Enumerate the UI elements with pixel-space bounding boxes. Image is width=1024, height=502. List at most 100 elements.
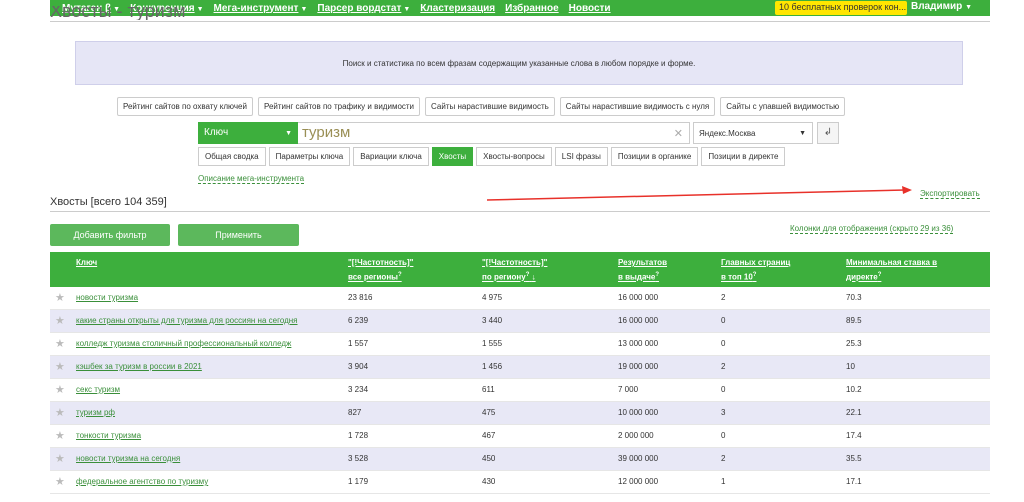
cell-keyword-link[interactable]: новости туризма — [76, 293, 334, 302]
cell-freq-all: 1 728 — [348, 431, 369, 440]
cell-main-pages: 0 — [721, 431, 726, 440]
tab-lsi[interactable]: LSI фразы — [554, 147, 608, 166]
column-header-keyword[interactable]: Ключ — [76, 257, 97, 269]
cell-freq-all: 827 — [348, 408, 362, 417]
cell-min-bid: 89.5 — [846, 316, 862, 325]
cell-results: 19 000 000 — [618, 362, 659, 371]
divider — [50, 21, 990, 22]
cell-keyword-link[interactable]: какие страны открыты для туризма для рос… — [76, 316, 334, 325]
columns-visibility-link[interactable]: Колонки для отображения (скрыто 29 из 36… — [790, 224, 954, 234]
tab-overview[interactable]: Общая сводка — [198, 147, 266, 166]
tab-tails[interactable]: Хвосты — [431, 147, 474, 166]
star-icon[interactable]: ★ — [55, 314, 65, 327]
cell-freq-all: 1 179 — [348, 477, 369, 486]
cell-main-pages: 2 — [721, 293, 726, 302]
tool-description-link[interactable]: Описание мега-инструмента — [198, 174, 305, 184]
cell-results: 2 000 000 — [618, 431, 654, 440]
promo-badge[interactable]: 10 бесплатных проверок кон... — [775, 1, 907, 15]
cell-main-pages: 0 — [721, 316, 726, 325]
chevron-down-icon: ▼ — [403, 5, 411, 13]
cell-min-bid: 35.5 — [846, 454, 862, 463]
star-icon[interactable]: ★ — [55, 452, 65, 465]
page-title: Хвосты - туризм — [50, 6, 186, 20]
chevron-down-icon: ▼ — [799, 130, 806, 137]
table-row: ★ новости туризма на сегодня 3 528 450 39 00… — [50, 448, 990, 471]
cell-keyword-link[interactable]: секс туризм — [76, 385, 334, 394]
export-link[interactable]: Экспортировать — [920, 189, 980, 199]
cell-min-bid: 25.3 — [846, 339, 862, 348]
tab-key-params[interactable]: Параметры ключа — [268, 147, 351, 166]
cell-min-bid: 10 — [846, 362, 855, 371]
region-select[interactable]: Яндекс.Москва ▼ — [693, 122, 813, 144]
cell-results: 16 000 000 — [618, 316, 659, 325]
cell-min-bid: 17.4 — [846, 431, 862, 440]
cell-main-pages: 3 — [721, 408, 726, 417]
tool-buttons: Рейтинг сайтов по охвату ключей Рейтинг … — [117, 97, 850, 116]
tool-tabs: Общая сводка Параметры ключа Вариации кл… — [198, 147, 788, 166]
chevron-down-icon: ▼ — [300, 5, 308, 13]
apply-button[interactable]: Применить — [178, 224, 299, 246]
close-icon[interactable]: ✕ — [674, 127, 683, 140]
table-row: ★ тонкости туризма 1 728 467 2 000 000 0 17.4 — [50, 425, 990, 448]
cell-min-bid: 22.1 — [846, 408, 862, 417]
enter-icon: ↲ — [823, 127, 833, 138]
cell-freq-all: 3 528 — [348, 454, 369, 463]
cell-freq-region: 475 — [482, 408, 496, 417]
info-box: Поиск и статистика по всем фразам содерж… — [75, 41, 963, 85]
chevron-down-icon: ▼ — [196, 5, 204, 13]
tool-button-coverage-rating[interactable]: Рейтинг сайтов по охвату ключей — [117, 97, 253, 116]
tool-button-traffic-rating[interactable]: Рейтинг сайтов по трафику и видимости — [257, 97, 421, 116]
nav-item-clustering[interactable]: Кластеризация — [420, 3, 495, 14]
column-header-freq-all[interactable]: "[!Частотность]" все регионы? — [348, 257, 413, 284]
tab-organic-positions[interactable]: Позиции в органике — [610, 147, 699, 166]
cell-freq-all: 3 234 — [348, 385, 369, 394]
cell-freq-region: 3 440 — [482, 316, 503, 325]
table-body: ★ новости туризма 23 816 4 975 16 000 000 2 70… — [50, 287, 990, 494]
cell-results: 39 000 000 — [618, 454, 659, 463]
cell-keyword-link[interactable]: кэшбек за туризм в россии в 2021 — [76, 362, 334, 371]
search-input[interactable]: туризм ✕ — [298, 122, 690, 144]
column-header-main-pages[interactable]: Главных страниц в топ 10? — [721, 257, 790, 284]
cell-keyword-link[interactable]: туризм рф — [76, 408, 334, 417]
cell-results: 10 000 000 — [618, 408, 659, 417]
star-icon[interactable]: ★ — [55, 406, 65, 419]
cell-keyword-link[interactable]: федеральное агентство по туризму — [76, 477, 334, 486]
star-icon[interactable]: ★ — [55, 360, 65, 373]
star-icon[interactable]: ★ — [55, 383, 65, 396]
tool-button-visibility-growth[interactable]: Сайты нарастившие видимость — [425, 97, 555, 116]
cell-keyword-link[interactable]: тонкости туризма — [76, 431, 334, 440]
cell-main-pages: 1 — [721, 477, 726, 486]
column-header-min-bid[interactable]: Минимальная ставка в директе? — [846, 257, 937, 284]
column-header-results[interactable]: Результатов в выдаче? — [618, 257, 667, 284]
submit-button[interactable]: ↲ — [817, 122, 839, 144]
tab-direct-positions[interactable]: Позиции в директе — [701, 147, 786, 166]
cell-min-bid: 70.3 — [846, 293, 862, 302]
star-icon[interactable]: ★ — [55, 475, 65, 488]
tab-tail-questions[interactable]: Хвосты-вопросы — [476, 147, 552, 166]
tool-button-visibility-drop[interactable]: Сайты с упавшей видимостью — [720, 97, 846, 116]
cell-keyword-link[interactable]: колледж туризма столичный профессиональн… — [76, 339, 334, 348]
nav-item-wordstat-parser[interactable]: Парсер вордстат ▼ — [317, 3, 410, 14]
tool-button-visibility-from-zero[interactable]: Сайты нарастившие видимость с нуля — [559, 97, 716, 116]
cell-results: 13 000 000 — [618, 339, 659, 348]
cell-freq-region: 450 — [482, 454, 496, 463]
search-mode-select[interactable]: Ключ ▼ — [198, 122, 298, 144]
tab-key-variations[interactable]: Вариации ключа — [353, 147, 429, 166]
chevron-down-icon: ▼ — [285, 130, 292, 137]
column-header-freq-region[interactable]: "[!Частотность]" по региону? ↓ — [482, 257, 547, 284]
nav-item-mega-tool[interactable]: Мега-инструмент ▼ — [214, 3, 308, 14]
cell-main-pages: 0 — [721, 339, 726, 348]
cell-freq-region: 4 975 — [482, 293, 503, 302]
star-icon[interactable]: ★ — [55, 337, 65, 350]
star-icon[interactable]: ★ — [55, 291, 65, 304]
table-row: ★ федеральное агентство по туризму 1 179 43… — [50, 471, 990, 494]
star-icon[interactable]: ★ — [55, 429, 65, 442]
nav-item-favorites[interactable]: Избранное — [505, 3, 559, 14]
user-menu[interactable]: Владимир ▼ — [911, 1, 972, 12]
sort-desc-icon: ↓ — [531, 272, 536, 282]
cell-freq-all: 3 904 — [348, 362, 369, 371]
cell-keyword-link[interactable]: новости туризма на сегодня — [76, 454, 334, 463]
add-filter-button[interactable]: Добавить фильтр — [50, 224, 170, 246]
table-row: ★ секс туризм 3 234 611 7 000 0 10.2 — [50, 379, 990, 402]
nav-item-news[interactable]: Новости — [569, 3, 611, 14]
